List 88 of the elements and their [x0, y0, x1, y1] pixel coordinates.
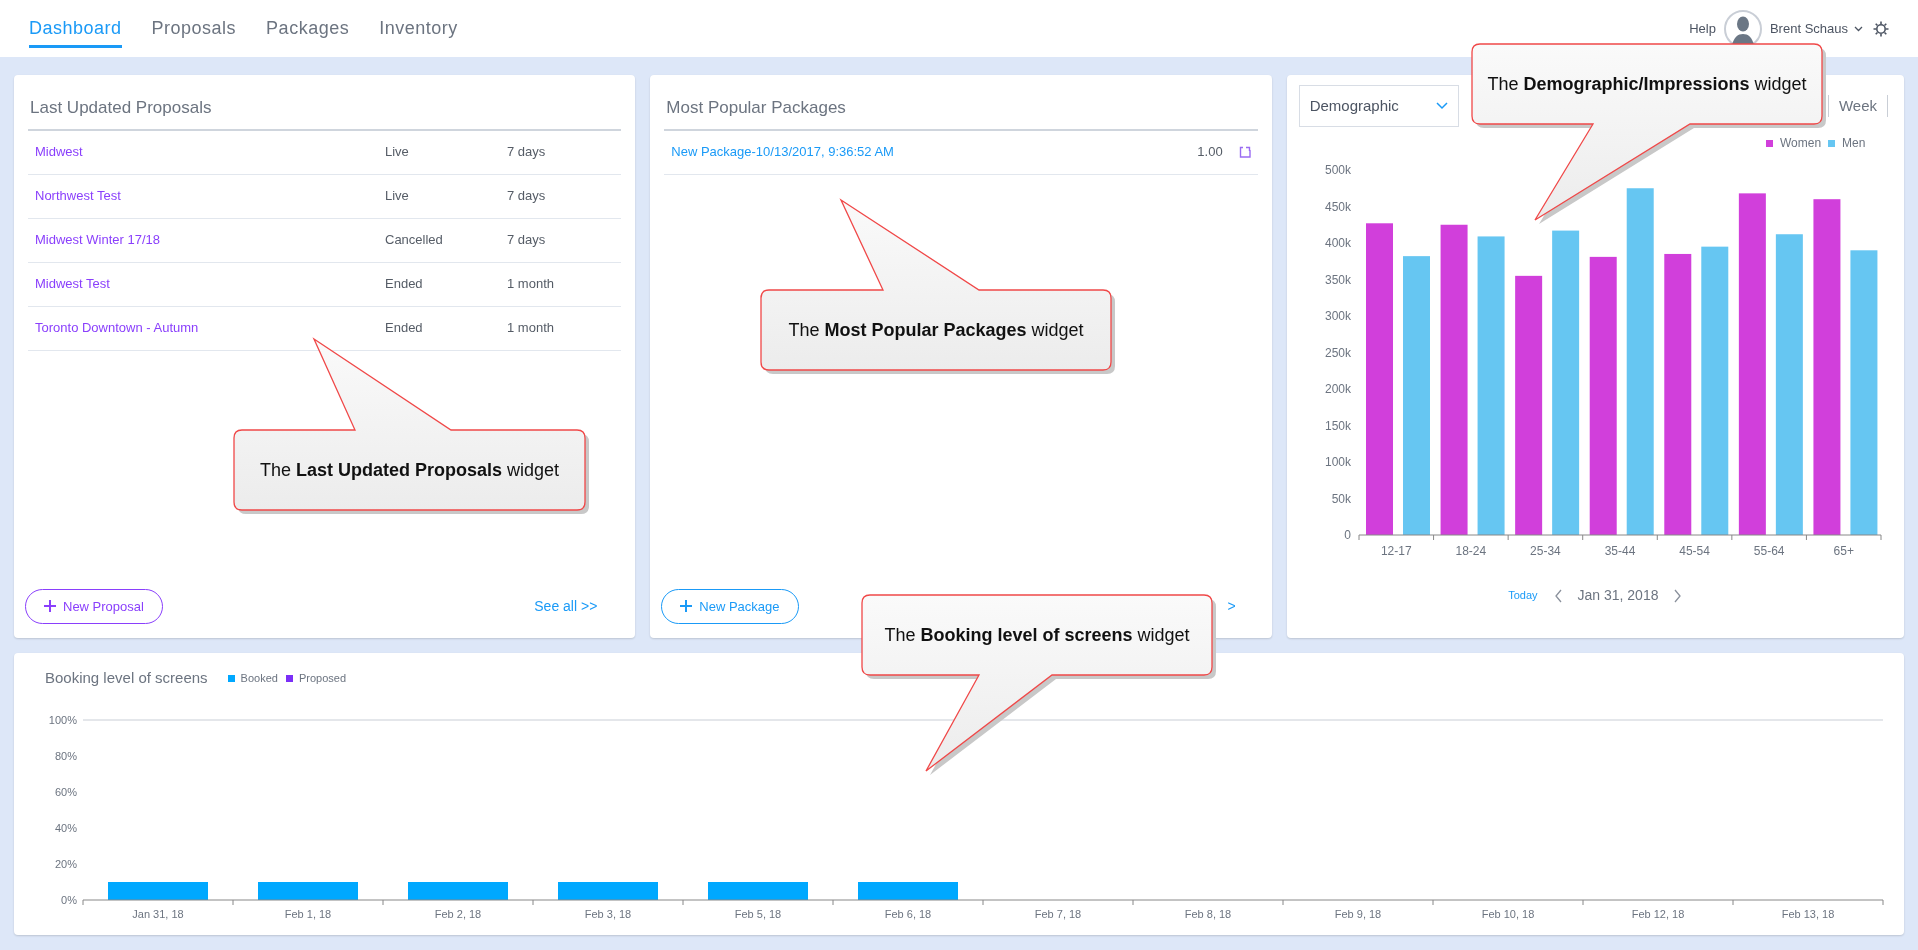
axis-label: Feb 8, 18 — [1184, 907, 1232, 920]
chevron-right-icon[interactable] — [1674, 588, 1683, 603]
legend-label: Men — [1841, 136, 1865, 150]
axis-label: Feb 10, 18 — [1481, 907, 1535, 920]
plus-icon — [44, 600, 56, 613]
status-text: Ended — [385, 275, 424, 294]
axis-label: Feb 9, 18 — [1334, 907, 1382, 920]
widget-title: Most Popular Packages — [664, 89, 1258, 131]
legend-item: Men — [1827, 136, 1865, 150]
axis-label: Feb 5, 18 — [734, 907, 782, 920]
axis-label: 50k — [1331, 491, 1351, 506]
axis-label: Feb 2, 18 — [434, 907, 482, 920]
axis-label: 0% — [61, 893, 77, 906]
status-text: Live — [385, 143, 410, 162]
proposal-link[interactable]: Northwest Test — [35, 186, 385, 206]
axis-label: 20% — [54, 857, 77, 870]
axis-label: 40% — [54, 821, 77, 834]
callout-text: The Demographic/Impressions widget — [1486, 73, 1808, 96]
callout-text: The Last Updated Proposals widget — [258, 459, 561, 482]
axis-label: 25-34 — [1529, 544, 1561, 558]
help-link[interactable]: Help — [1689, 18, 1716, 39]
axis-label: 18-24 — [1455, 544, 1486, 558]
axis-label: 150k — [1324, 418, 1351, 433]
axis-label: 100% — [48, 713, 77, 726]
see-all-link[interactable]: See all >> — [534, 595, 598, 617]
caret-icon[interactable] — [1854, 25, 1863, 32]
proposal-link[interactable]: Midwest Test — [35, 274, 385, 294]
axis-label: 0 — [1343, 528, 1351, 542]
axis-label: 60% — [54, 785, 77, 798]
chevron-down-icon — [1435, 102, 1448, 110]
axis-label: 100k — [1324, 455, 1351, 469]
nav-tab[interactable]: Packages — [266, 9, 350, 48]
widget-title: Booking level of screens — [45, 668, 208, 688]
age-text: 7 days — [507, 143, 546, 162]
axis-label: 500k — [1324, 163, 1351, 177]
axis-label: Feb 13, 18 — [1781, 907, 1835, 920]
axis-label: 45-54 — [1678, 544, 1710, 558]
callout-text: The Booking level of screens widget — [883, 624, 1191, 647]
axis-label: 80% — [54, 749, 77, 762]
axis-label: 35-44 — [1604, 544, 1635, 558]
callout-text: The Most Popular Packages widget — [787, 319, 1085, 342]
package-value: 1.00 — [1197, 143, 1223, 162]
status-text: Ended — [385, 319, 424, 338]
plus-icon — [680, 600, 693, 613]
age-text: 7 days — [507, 187, 546, 206]
axis-label: Feb 1, 18 — [284, 907, 332, 920]
axis-label: 55-64 — [1753, 544, 1785, 558]
new-proposal-button[interactable]: New Proposal — [25, 588, 163, 624]
widget-title: Last Updated Proposals — [28, 89, 622, 131]
axis-label: 350k — [1324, 272, 1351, 287]
legend-item: Proposed — [285, 670, 346, 687]
chevron-left-icon[interactable] — [1553, 588, 1562, 603]
axis-label: 450k — [1324, 199, 1351, 214]
period-tab[interactable]: Week — [1827, 94, 1888, 118]
nav-tab[interactable]: Proposals — [151, 9, 237, 48]
new-package-button[interactable]: New Package — [661, 588, 799, 624]
axis-label: Feb 7, 18 — [1034, 907, 1082, 920]
demographic-dropdown[interactable]: Demographic — [1298, 85, 1459, 127]
axis-label: Feb 6, 18 — [884, 907, 932, 920]
see-all-link[interactable]: > — [1227, 595, 1236, 617]
axis-label: 400k — [1324, 236, 1351, 250]
age-text: 1 month — [507, 275, 554, 294]
axis-label: Jan 31, 18 — [132, 907, 184, 920]
today-link[interactable]: Today — [1508, 587, 1538, 604]
nav-tab[interactable]: Dashboard — [29, 9, 122, 48]
settings-icon[interactable] — [1873, 20, 1889, 37]
package-link[interactable]: New Package-10/13/2017, 9:36:52 AM — [671, 142, 1198, 162]
status-text: Live — [385, 187, 410, 206]
age-text: 1 month — [507, 319, 554, 338]
status-text: Cancelled — [385, 231, 444, 250]
user-menu[interactable]: Brent Schaus — [1769, 18, 1848, 39]
age-text: 7 days — [507, 231, 546, 250]
proposal-link[interactable]: Midwest Winter 17/18 — [35, 230, 385, 250]
nav-tab[interactable]: Inventory — [379, 9, 458, 48]
legend-item: Women — [1765, 136, 1821, 150]
proposal-link[interactable]: Toronto Downtown - Autumn — [35, 318, 385, 338]
copy-icon[interactable] — [1238, 146, 1251, 158]
legend-label: Women — [1779, 136, 1821, 150]
proposal-link[interactable]: Midwest — [35, 142, 385, 162]
axis-label: 12-17 — [1380, 544, 1412, 558]
axis-label: Feb 3, 18 — [584, 907, 632, 920]
axis-label: 300k — [1324, 309, 1351, 323]
axis-label: 200k — [1324, 382, 1351, 396]
axis-label: 65+ — [1833, 544, 1854, 558]
axis-label: Feb 12, 18 — [1631, 907, 1685, 920]
legend-item: Booked — [227, 670, 278, 687]
axis-label: 250k — [1324, 345, 1351, 360]
date-text: Jan 31, 2018 — [1577, 586, 1659, 605]
